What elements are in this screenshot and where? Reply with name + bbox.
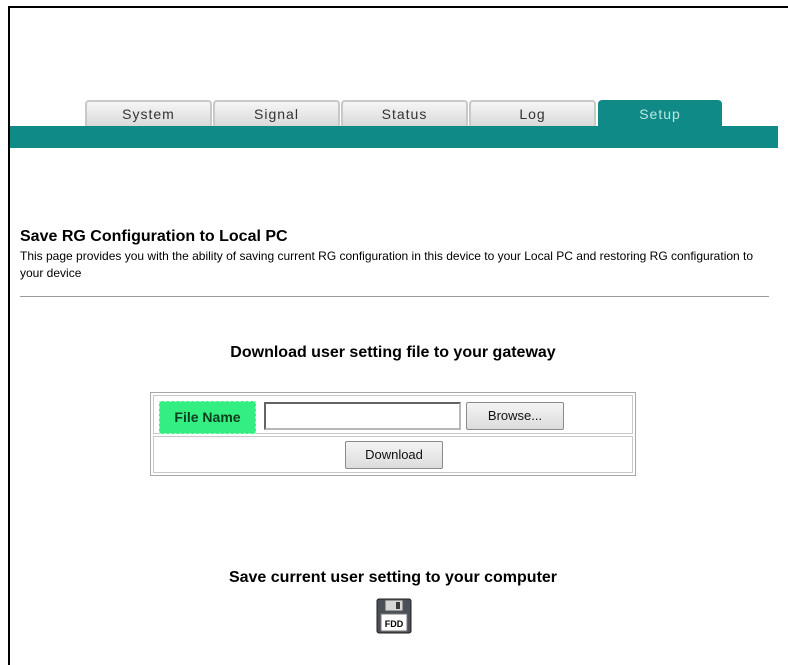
file-name-input[interactable] [264, 402, 461, 430]
page-title: Save RG Configuration to Local PC [20, 228, 288, 245]
browse-button[interactable]: Browse... [466, 402, 564, 430]
download-heading: Download user setting file to your gatew… [230, 344, 556, 361]
divider [20, 296, 769, 297]
tab-status[interactable]: Status [341, 100, 468, 127]
tab-signal[interactable]: Signal [213, 100, 340, 127]
page-description: This page provides you with the ability … [20, 249, 754, 280]
file-row: File Name Browse... [153, 395, 633, 434]
tab-system[interactable]: System [85, 100, 212, 127]
tab-log[interactable]: Log [469, 100, 596, 127]
download-button[interactable]: Download [345, 441, 443, 469]
download-row: Download [153, 436, 633, 473]
save-heading: Save current user setting to your comput… [228, 569, 558, 586]
upload-form-table: File Name Browse... Download [150, 392, 636, 476]
file-name-label: File Name [159, 401, 256, 434]
fdd-icon-text: FDD [385, 619, 404, 629]
tab-setup[interactable]: Setup [598, 100, 722, 127]
tab-bar [10, 126, 778, 148]
floppy-disk-icon[interactable]: FDD [376, 598, 412, 634]
